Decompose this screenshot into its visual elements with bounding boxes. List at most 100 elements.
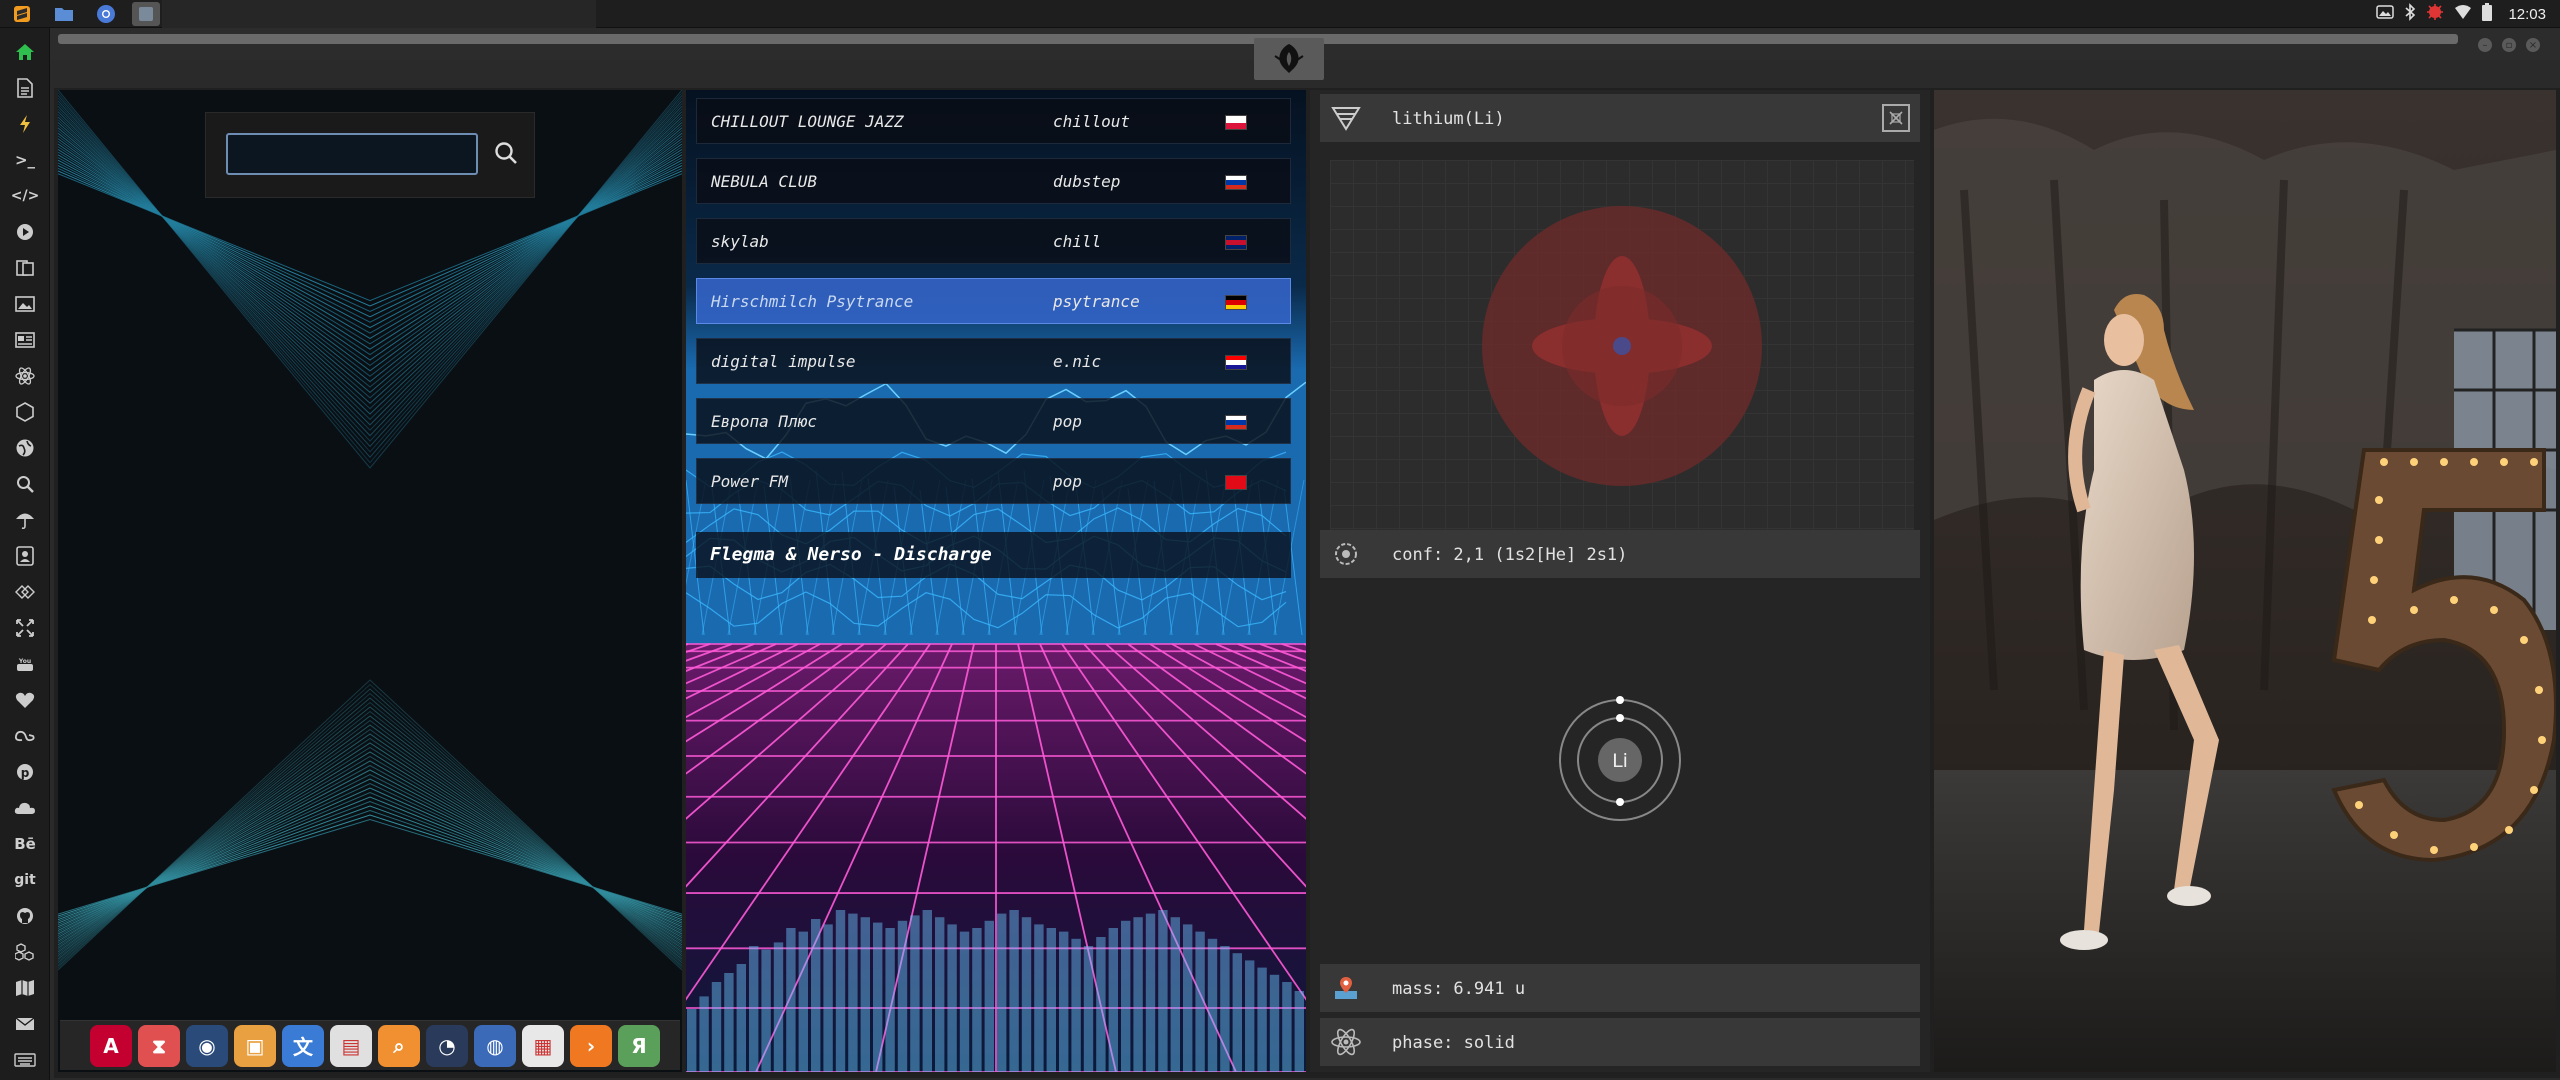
hexagon-icon[interactable] (13, 400, 37, 424)
visualizer-bar (959, 931, 970, 1072)
sublime-text-icon[interactable] (8, 2, 36, 26)
close-window-button[interactable]: × (2526, 38, 2540, 52)
visualizer-bar (1021, 917, 1032, 1072)
station-row[interactable]: Hirschmilch Psytrance psytrance (696, 278, 1291, 324)
visualizer-bar (773, 942, 784, 1072)
globe-icon[interactable] (13, 436, 37, 460)
active-window-icon[interactable] (132, 2, 160, 26)
yandex-app-icon[interactable]: Я (618, 1024, 660, 1067)
angular-app-icon[interactable]: A (90, 1024, 132, 1067)
web-globe-app-icon[interactable]: ◍ (474, 1024, 516, 1067)
keyboard-icon[interactable] (13, 1048, 37, 1072)
maximize-button[interactable]: ▫ (2502, 38, 2516, 52)
visualizer-bar (1294, 991, 1304, 1072)
red-bug-icon[interactable] (2426, 3, 2444, 25)
station-row[interactable]: Power FM pop (696, 458, 1291, 504)
translate-app-icon[interactable]: 文 (282, 1024, 324, 1067)
books-icon[interactable] (13, 256, 37, 280)
document-icon[interactable] (13, 76, 37, 100)
rebel-alliance-icon[interactable] (1254, 38, 1324, 80)
chevron-line-art (58, 90, 682, 971)
station-row[interactable]: NEBULA CLUB dubstep (696, 158, 1291, 204)
play-icon[interactable] (13, 220, 37, 244)
files-folder-icon[interactable] (50, 2, 78, 26)
wifi-icon[interactable] (2454, 4, 2472, 24)
calendar-app-icon[interactable]: ▦ (522, 1024, 564, 1067)
station-name: Европа Плюс (711, 412, 817, 431)
search-icon[interactable] (488, 135, 524, 171)
country-flag-icon (1225, 355, 1247, 370)
screenshot-icon[interactable] (2376, 4, 2395, 24)
image-icon[interactable] (13, 292, 37, 316)
git-diff-icon[interactable] (13, 580, 37, 604)
umbrella-icon[interactable] (13, 508, 37, 532)
station-row[interactable]: skylab chill (696, 218, 1291, 264)
element-name: lithium(Li) (1392, 109, 1505, 129)
calendar-news-app-icon[interactable]: ▤ (330, 1024, 372, 1067)
station-row[interactable]: CHILLOUT LOUNGE JAZZ chillout (696, 98, 1291, 144)
taskbar-window-list (162, 0, 596, 28)
behance-icon[interactable]: Bē (13, 832, 37, 856)
bluetooth-icon[interactable] (2404, 3, 2416, 25)
contact-icon[interactable] (13, 544, 37, 568)
hourglass-app-icon[interactable]: ⧗ (138, 1024, 180, 1067)
visualizer-bar (1183, 924, 1193, 1072)
atom-gear-icon (1330, 538, 1362, 570)
code-icon[interactable]: </> (11, 184, 40, 208)
left-launcher-bar: >_ </> You p Bē git (0, 28, 50, 1080)
station-row[interactable]: digital impulse e.nic (696, 338, 1291, 384)
station-genre: chillout (1053, 112, 1131, 131)
cubes-icon[interactable] (13, 940, 37, 964)
search-icon[interactable] (13, 472, 37, 496)
newspaper-icon[interactable] (13, 328, 37, 352)
fashion-photo (1934, 90, 2556, 1072)
phase-row: phase: solid (1320, 1018, 1920, 1066)
battery-icon[interactable] (2482, 3, 2493, 25)
photo-panel (1934, 90, 2556, 1072)
visualizer-bar (1257, 967, 1267, 1072)
youtube-icon[interactable]: You (13, 652, 37, 676)
chrome-browser-icon[interactable] (92, 2, 120, 26)
home-icon[interactable] (13, 40, 37, 64)
country-flag-icon (1225, 175, 1247, 190)
minimize-button[interactable]: – (2478, 38, 2492, 52)
git-icon[interactable]: git (13, 868, 37, 892)
visualizer-bar (749, 946, 759, 1072)
search-input[interactable] (226, 133, 478, 175)
clock-app-icon[interactable]: ◔ (426, 1024, 468, 1067)
search-app-icon[interactable]: ⌕ (378, 1024, 420, 1067)
station-genre: chill (1053, 232, 1102, 251)
station-row[interactable]: Европа Плюс pop (696, 398, 1291, 444)
lastfm-icon[interactable] (13, 724, 37, 748)
visualizer-bar (997, 913, 1007, 1072)
heart-icon[interactable] (13, 688, 37, 712)
react-icon[interactable] (13, 364, 37, 388)
expand-icon[interactable] (13, 616, 37, 640)
system-top-bar: 12:03 (0, 0, 2560, 28)
visualizer-bar (984, 920, 994, 1072)
visualizer-bar (935, 917, 945, 1072)
visualizer-bar (1170, 917, 1180, 1072)
map-icon[interactable] (13, 976, 37, 1000)
visualizer-bar (1195, 931, 1205, 1072)
mail-icon[interactable] (13, 1012, 37, 1036)
visualizer-bar (736, 964, 746, 1072)
pinterest-icon[interactable]: p (13, 760, 37, 784)
clock[interactable]: 12:03 (2508, 6, 2546, 23)
github-icon[interactable] (13, 904, 37, 928)
earth-app-icon[interactable]: ◉ (186, 1024, 228, 1067)
station-name: skylab (711, 232, 769, 251)
forward-app-icon[interactable]: › (570, 1024, 612, 1067)
station-name: Power FM (711, 472, 789, 491)
visualizer-bar (1232, 953, 1242, 1072)
close-panel-button[interactable] (1882, 104, 1910, 132)
search-box (205, 112, 535, 198)
terminal-icon[interactable]: >_ (13, 148, 37, 172)
lightning-icon[interactable] (13, 112, 37, 136)
cloud-icon[interactable] (13, 796, 37, 820)
visualizer-bar (897, 920, 908, 1072)
station-genre: pop (1053, 472, 1082, 491)
orbital-diagram (1482, 206, 1762, 486)
photos-app-icon[interactable]: ▣ (234, 1024, 276, 1067)
station-name: NEBULA CLUB (711, 172, 817, 191)
